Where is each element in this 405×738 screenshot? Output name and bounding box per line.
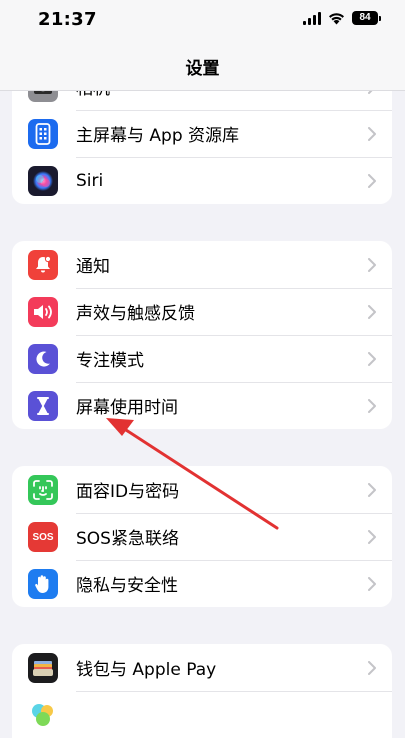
status-bar: 21:37 84 <box>0 0 405 40</box>
speaker-icon <box>28 297 58 327</box>
settings-row-siri[interactable]: Siri <box>12 157 392 204</box>
settings-row-game-center[interactable] <box>12 691 392 738</box>
settings-row-label: 钱包与 Apple Pay <box>76 660 217 680</box>
chevron-right-icon <box>368 241 376 288</box>
chevron-right-icon <box>368 466 376 513</box>
settings-row-label: SOS紧急联络 <box>76 529 179 549</box>
settings-row-label: 专注模式 <box>76 351 144 371</box>
settings-group-3: 面容ID与密码 SOS SOS紧急联络 隐私与安全性 <box>12 466 392 607</box>
sos-icon-text: SOS <box>32 531 54 543</box>
settings-row-label: 通知 <box>76 257 110 277</box>
chevron-right-icon <box>368 644 376 691</box>
wallet-icon <box>28 653 58 683</box>
battery-icon: 84 <box>352 11 381 25</box>
settings-row-label: Siri <box>76 170 104 191</box>
status-icons: 84 <box>303 11 381 25</box>
settings-row-focus[interactable]: 专注模式 <box>12 335 392 382</box>
face-id-icon <box>28 475 58 505</box>
chevron-right-icon <box>368 560 376 607</box>
sos-icon: SOS <box>28 522 58 552</box>
settings-row-notifications[interactable]: 通知 <box>12 241 392 288</box>
settings-row-label: 屏幕使用时间 <box>76 398 178 418</box>
game-center-icon <box>28 700 58 730</box>
settings-row-wallet[interactable]: 钱包与 Apple Pay <box>12 644 392 691</box>
settings-row-sounds[interactable]: 声效与触感反馈 <box>12 288 392 335</box>
status-time: 21:37 <box>38 9 97 30</box>
settings-row-screen-time[interactable]: 屏幕使用时间 <box>12 382 392 429</box>
settings-row-label: 主屏幕与 App 资源库 <box>76 126 240 146</box>
battery-level: 84 <box>352 11 378 25</box>
settings-group-2: 通知 声效与触感反馈 专注模式 屏幕使用时间 <box>12 241 392 429</box>
settings-row-label: 声效与触感反馈 <box>76 304 195 324</box>
chevron-right-icon <box>368 382 376 429</box>
hand-icon <box>28 569 58 599</box>
settings-row-emergency-sos[interactable]: SOS SOS紧急联络 <box>12 513 392 560</box>
chevron-right-icon <box>368 335 376 382</box>
settings-row-face-id[interactable]: 面容ID与密码 <box>12 466 392 513</box>
settings-row-home-screen[interactable]: 主屏幕与 App 资源库 <box>12 110 392 157</box>
chevron-right-icon <box>368 288 376 335</box>
settings-row-label: 面容ID与密码 <box>76 482 180 502</box>
settings-group-4: 钱包与 Apple Pay <box>12 644 392 738</box>
hourglass-icon <box>28 391 58 421</box>
cellular-signal-icon <box>303 11 321 25</box>
chevron-right-icon <box>368 110 376 157</box>
moon-icon <box>28 344 58 374</box>
wifi-icon <box>329 12 344 24</box>
notification-bell-icon <box>28 250 58 280</box>
chevron-right-icon <box>368 157 376 204</box>
settings-row-privacy[interactable]: 隐私与安全性 <box>12 560 392 607</box>
page-title: 设置 <box>185 59 220 79</box>
chevron-right-icon <box>368 513 376 560</box>
home-screen-icon <box>28 119 58 149</box>
settings-row-label: 隐私与安全性 <box>76 576 178 596</box>
siri-icon <box>28 166 58 196</box>
